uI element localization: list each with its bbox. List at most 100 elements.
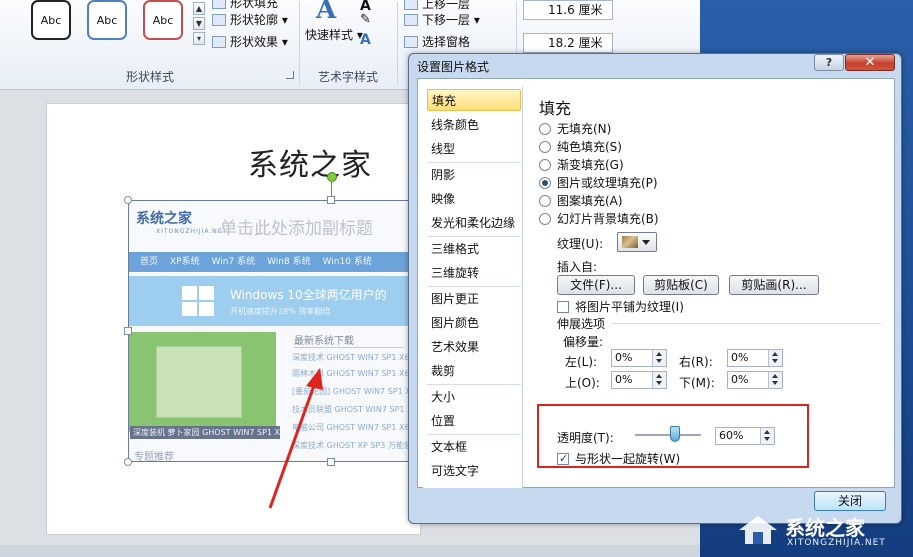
quick-styles-label: 快速样式 (305, 28, 354, 42)
radio-gradient-fill[interactable]: 渐变填充(G) (539, 157, 624, 173)
category-line-style[interactable]: 线型 (427, 138, 521, 160)
category-position[interactable]: 位置 (427, 410, 521, 432)
dialog-launcher-icon[interactable] (286, 71, 294, 79)
category-fill[interactable]: 填充 (427, 89, 521, 111)
radio-circle (539, 141, 551, 153)
category-3d-rotation[interactable]: 三维旋转 (427, 262, 521, 284)
highlight-box (537, 404, 809, 468)
category-alt-text[interactable]: 可选文字 (427, 460, 521, 482)
shape-styles-group-label: 形状样式 (125, 70, 174, 84)
svg-text:A: A (315, 0, 337, 22)
radio-no-fill[interactable]: 无填充(N) (539, 121, 611, 137)
resize-handle-sw[interactable] (124, 458, 132, 466)
radio-circle-selected (539, 177, 551, 189)
file-button[interactable]: 文件(F)... (557, 275, 635, 295)
slide-title[interactable]: 系统之家 (248, 140, 372, 184)
radio-label: 纯色填充(S) (557, 140, 622, 154)
clipart-button[interactable]: 剪贴画(R)... (729, 275, 819, 295)
radio-circle (539, 123, 551, 135)
bring-forward-label: 上移一层 (422, 0, 471, 11)
gallery-down-icon[interactable]: ▼ (193, 17, 205, 30)
category-list: 填充 线条颜色 线型 阴影 映像 发光和柔化边缘 三维格式 三维旋转 图片更正 … (423, 87, 523, 488)
clipboard-button[interactable]: 剪贴板(C) (643, 275, 719, 295)
offset-top-spinner[interactable]: 0% (611, 371, 667, 389)
spinner-arrows-icon[interactable] (768, 350, 782, 366)
selection-border (128, 200, 410, 462)
quick-styles-button[interactable]: 快速样式 ▾ (305, 26, 363, 44)
spinner-arrows-icon[interactable] (652, 350, 666, 366)
category-divider (427, 162, 521, 163)
shape-effect-icon (212, 36, 226, 48)
offset-right-value: 0% (731, 351, 749, 364)
shape-outline-button[interactable]: 形状轮廓 ▾ (212, 11, 288, 29)
insert-from-label: 插入自: (557, 260, 598, 274)
radio-label: 幻灯片背景填充(B) (557, 212, 659, 226)
spinner-arrows-icon[interactable] (652, 372, 666, 388)
category-glow[interactable]: 发光和柔化边缘 (427, 212, 521, 234)
offset-right-spinner[interactable]: 0% (727, 349, 783, 367)
offset-left-value: 0% (615, 351, 633, 364)
category-reflection[interactable]: 映像 (427, 188, 521, 210)
spinner-arrows-icon[interactable] (768, 372, 782, 388)
category-picture-color[interactable]: 图片颜色 (427, 312, 521, 334)
resize-handle-n[interactable] (327, 196, 335, 204)
shape-effect-button[interactable]: 形状效果 ▾ (212, 33, 288, 51)
texture-picker[interactable] (617, 232, 657, 252)
shape-height-field[interactable]: 11.6 厘米 (523, 0, 613, 20)
bring-forward-icon (404, 0, 418, 10)
gallery-more-icon[interactable]: ▾ (193, 32, 205, 45)
wordart-a-icon[interactable]: A (314, 0, 340, 25)
radio-pattern-fill[interactable]: 图案填充(A) (539, 193, 623, 209)
offset-bottom-spinner[interactable]: 0% (727, 371, 783, 389)
resize-handle-s[interactable] (327, 458, 335, 466)
shape-style-black[interactable]: Abc (31, 0, 71, 40)
ribbon-separator (397, 2, 398, 84)
text-outline-icon[interactable]: ✎ (360, 12, 371, 27)
category-size[interactable]: 大小 (427, 386, 521, 408)
rotation-handle[interactable] (327, 172, 337, 182)
shape-style-red[interactable]: Abc (143, 0, 183, 40)
offset-left-label: 左(L): (565, 355, 598, 369)
house-logo-icon (739, 516, 777, 544)
category-line-color[interactable]: 线条颜色 (427, 114, 521, 136)
category-crop[interactable]: 裁剪 (427, 360, 521, 382)
send-backward-button[interactable]: 下移一层 ▾ (404, 11, 480, 29)
selection-pane-button[interactable]: 选择窗格 (404, 33, 470, 51)
category-3d-format[interactable]: 三维格式 (427, 238, 521, 260)
radio-circle (539, 195, 551, 207)
send-backward-icon (404, 14, 418, 26)
resize-handle-nw[interactable] (124, 196, 132, 204)
category-picture-corrections[interactable]: 图片更正 (427, 288, 521, 310)
help-button[interactable]: ? (814, 54, 844, 71)
texture-swatch-icon (622, 236, 638, 248)
text-effect-icon[interactable]: A (360, 32, 371, 48)
dialog-close-icon[interactable]: ✕ (845, 54, 895, 71)
shape-style-blue[interactable]: Abc (87, 0, 127, 40)
shape-fill-label: 形状填充 (230, 0, 279, 10)
offset-bottom-label: 下(M): (679, 376, 715, 390)
radio-picture-fill[interactable]: 图片或纹理填充(P) (539, 175, 658, 191)
category-artistic-effects[interactable]: 艺术效果 (427, 336, 521, 358)
category-text-box[interactable]: 文本框 (427, 436, 521, 458)
radio-circle (539, 213, 551, 225)
offset-left-spinner[interactable]: 0% (611, 349, 667, 367)
close-button[interactable]: 关闭 (814, 491, 886, 511)
shape-outline-label: 形状轮廓 (230, 13, 279, 27)
watermark-text: 系统之家 (785, 516, 865, 540)
radio-background-fill[interactable]: 幻灯片背景填充(B) (539, 211, 659, 227)
radio-circle (539, 159, 551, 171)
selection-pane-icon (404, 36, 418, 48)
resize-handle-w[interactable] (124, 327, 132, 335)
dropdown-arrow-icon (642, 240, 650, 245)
stretch-options-label: 伸展选项 (557, 317, 606, 331)
watermark-sub: XITONGZHIJIA.NET (787, 538, 886, 548)
radio-solid-fill[interactable]: 纯色填充(S) (539, 139, 622, 155)
category-shadow[interactable]: 阴影 (427, 164, 521, 186)
offset-right-label: 右(R): (679, 355, 713, 369)
texture-label: 纹理(U): (557, 237, 604, 251)
shape-width-field[interactable]: 18.2 厘米 (523, 33, 613, 53)
offset-label: 偏移量: (563, 335, 604, 349)
tile-checkbox[interactable]: 将图片平铺为纹理(I) (557, 299, 684, 315)
gallery-up-icon[interactable]: ▲ (193, 2, 205, 15)
status-bar (0, 545, 700, 557)
